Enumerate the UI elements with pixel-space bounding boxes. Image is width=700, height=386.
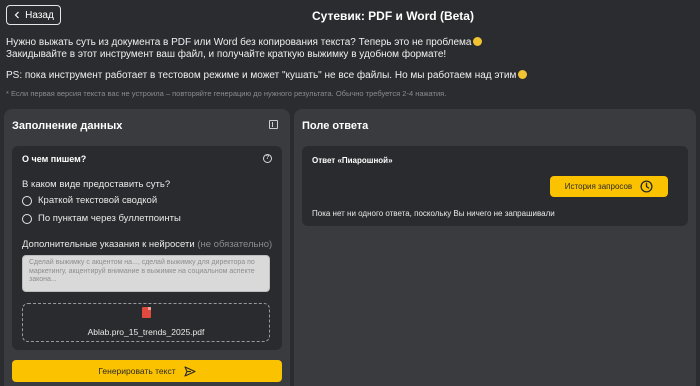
format-question: В каком виде предоставить суть? [22,179,171,190]
radio-icon[interactable] [22,213,32,224]
intro-line-1: Нужно выжать суть из документа в PDF или… [6,37,472,48]
smile-emoji-icon [473,37,483,46]
textarea-placeholder: Сделай выжимку с акцентом на..., сделай … [29,259,255,283]
generate-button-label: Генерировать текст [98,366,176,376]
answer-card-title: Ответ «Пиарошной» [312,156,393,165]
option-short-summary[interactable]: Краткой текстовой сводкой [22,195,157,206]
extra-label-text: Дополнительные указания к нейросети [22,239,195,250]
generate-button[interactable]: Генерировать текст [12,360,282,382]
history-button-label: История запросов [564,182,633,191]
answer-card: Ответ «Пиарошной» История запросов Пока … [302,146,688,226]
intro-text: Нужно выжать суть из документа в PDF или… [6,37,528,82]
extra-instructions-label: Дополнительные указания к нейросети (не … [22,239,272,250]
history-button[interactable]: История запросов [550,176,668,197]
answer-panel-title: Поле ответа [302,120,369,132]
page-title: Сутевик: PDF и Word (Beta) [312,9,474,23]
radio-icon[interactable] [22,195,32,206]
input-panel: Заполнение данных О чем пишем? ? В каком… [4,109,290,386]
collapse-panel-icon[interactable] [269,120,278,129]
empty-answer-text: Пока нет ни одного ответа, поскольку Вы … [312,209,555,218]
smile-emoji-icon [518,70,528,79]
send-icon [184,365,196,377]
file-upload-area[interactable]: Ablab.pro_15_trends_2025.pdf [22,303,270,342]
uploaded-file-name: Ablab.pro_15_trends_2025.pdf [87,327,205,337]
topic-card: О чем пишем? ? В каком виде предоставить… [12,146,282,350]
pdf-file-icon [142,307,151,318]
hint-text: * Если первая версия текста вас не устро… [6,89,447,98]
option-bullet-points[interactable]: По пунктам через буллетпоинты [22,213,181,224]
option-label: Краткой текстовой сводкой [38,195,158,206]
intro-line-2: Закидывайте в этот инструмент ваш файл, … [6,49,447,60]
intro-line-3: PS: пока инструмент работает в тестовом … [6,70,517,81]
help-icon[interactable]: ? [263,154,272,163]
extra-instructions-input[interactable]: Сделай выжимку с акцентом на..., сделай … [22,255,270,292]
topic-card-title: О чем пишем? [22,154,87,164]
answer-panel: Поле ответа Ответ «Пиарошной» История за… [294,109,696,386]
optional-note: (не обязательно) [197,239,273,250]
input-panel-title: Заполнение данных [12,120,123,132]
clock-icon [640,180,653,193]
option-label: По пунктам через буллетпоинты [38,213,181,224]
